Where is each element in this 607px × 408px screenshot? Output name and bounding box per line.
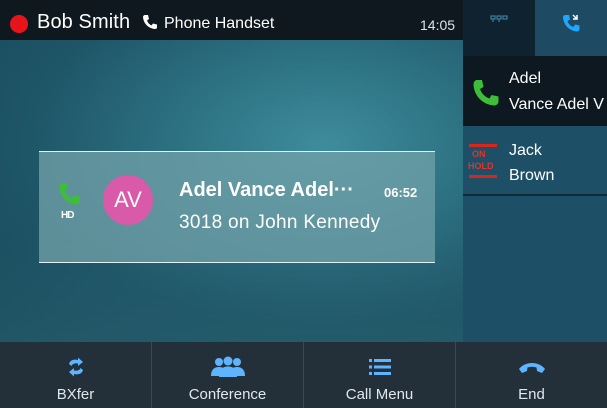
avatar-initials: AV (114, 187, 142, 212)
presence-status-icon[interactable] (10, 15, 28, 33)
call-name-line1: Jack (509, 142, 542, 159)
call-list-item-active[interactable]: Adel Vance Adel V (463, 56, 607, 126)
call-name-line2: Brown (509, 167, 555, 184)
call-list: Adel Vance Adel V ON HOLD Jack Brown (463, 56, 607, 342)
conference-button[interactable]: Conference (151, 342, 303, 408)
tab-contacts[interactable] (463, 0, 535, 56)
end-button[interactable]: End (455, 342, 607, 408)
call-name-line2: Vance Adel V (509, 96, 604, 113)
caller-name: Adel Vance Adel··· (179, 179, 354, 201)
tab-calls[interactable] (535, 0, 607, 56)
call-list-item-hold[interactable]: ON HOLD Jack Brown (463, 134, 607, 196)
clock: 14:05 (420, 17, 456, 33)
call-menu-button[interactable]: Call Menu (303, 342, 455, 408)
phone-green-icon (59, 183, 80, 205)
hold-badge-bottom: HOLD (468, 161, 494, 171)
conference-icon (210, 356, 245, 377)
avatar: AV (103, 175, 153, 225)
calls-icon (563, 14, 580, 32)
transfer-icon (68, 357, 83, 377)
softkey-bar: BXfer Conference Call Menu End (0, 342, 607, 408)
contacts-icon (490, 15, 508, 22)
call-name-line1: Adel (509, 70, 542, 87)
hold-badge-top: ON (472, 149, 486, 159)
phone-screen: Bob Smith Phone Handset 14:05 Adel Vance (0, 0, 607, 408)
bxfer-label: BXfer (56, 386, 95, 403)
on-hold-icon: ON HOLD (468, 144, 497, 178)
caller-number: 3018 on John Kennedy (179, 212, 381, 233)
active-call-card[interactable]: HD AV Adel Vance Adel··· 06:52 3018 on J… (39, 151, 435, 263)
hangup-icon (518, 363, 545, 373)
phone-green-icon (473, 80, 499, 106)
call-duration: 06:52 (384, 185, 418, 200)
end-label: End (518, 386, 545, 403)
audio-device-label: Phone Handset (164, 15, 275, 32)
call-menu-label: Call Menu (345, 386, 414, 403)
bxfer-button[interactable]: BXfer (0, 342, 151, 408)
menu-icon (368, 359, 391, 375)
handset-icon (143, 15, 157, 29)
user-name: Bob Smith (37, 11, 131, 33)
conference-label: Conference (188, 386, 267, 403)
hd-audio-icon: HD (61, 210, 74, 221)
